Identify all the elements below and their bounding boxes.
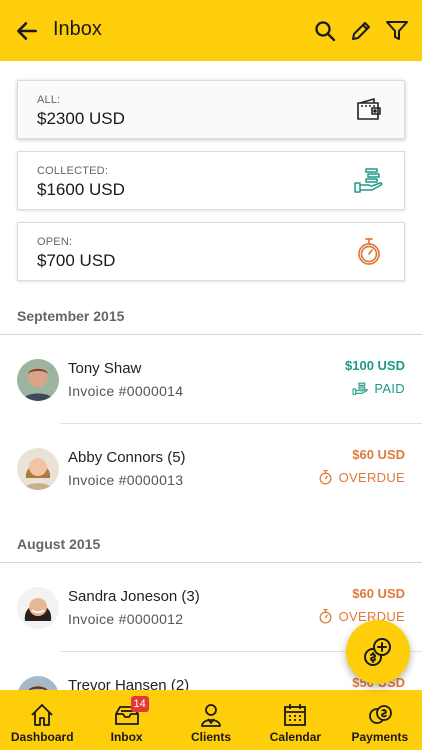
client-name: Tony Shaw [68,360,142,377]
inbox-content: ALL: $2300 USD COLLECTED: $1600 USD OPEN… [0,61,422,690]
invoice-number: Invoice #0000014 [68,383,184,399]
filter-icon[interactable] [385,19,409,43]
status-text: PAID [374,381,405,396]
client-name: Abby Connors (5) [68,449,186,466]
status-badge: PAID [352,380,405,397]
summary-card-collected[interactable]: COLLECTED: $1600 USD [17,151,405,210]
invoice-number: Invoice #0000012 [68,611,184,627]
avatar [17,587,59,629]
nav-label: Payments [351,730,409,744]
nav-label: Calendar [269,730,322,744]
status-text: OVERDUE [338,470,405,485]
bottom-navigation: Dashboard 14 Inbox Clients Calendar Paym… [0,690,422,750]
clients-icon [201,704,221,727]
section-header: August 2015 [0,523,422,563]
invoice-amount: $100 USD [345,358,405,373]
stopwatch-icon [319,469,332,485]
house-icon [31,704,53,726]
client-name: Trevor Hansen (2) [68,677,190,690]
app-bar: Inbox [0,0,422,61]
avatar [17,676,59,690]
summary-card-open[interactable]: OPEN: $700 USD [17,222,405,281]
avatar [17,448,59,490]
avatar [17,359,59,401]
nav-payments[interactable]: Payments [338,690,422,750]
cash-hand-icon [354,168,383,193]
section-header: September 2015 [0,295,422,335]
invoice-amount: $60 USD [352,586,405,601]
coins-icon [368,705,392,724]
invoice-row[interactable]: Abby Connors (5) Invoice #0000013 $60 US… [0,424,422,513]
cash-hand-icon [352,382,369,395]
add-coins-icon [364,638,391,666]
summary-amount: $2300 USD [37,109,125,128]
invoice-number: Invoice #0000013 [68,472,184,488]
nav-label: Clients [191,730,232,744]
nav-inbox[interactable]: 14 Inbox [84,690,168,750]
back-arrow-icon[interactable] [14,18,40,44]
invoice-row[interactable]: Tony Shaw Invoice #0000014 $100 USD PAID [0,335,422,424]
add-payment-fab[interactable] [346,620,410,684]
summary-label: ALL: [37,94,61,106]
summary-amount: $1600 USD [37,180,125,199]
client-name: Sandra Joneson (3) [68,588,200,605]
nav-calendar[interactable]: Calendar [253,690,337,750]
inbox-count-badge: 14 [130,696,149,712]
summary-label: COLLECTED: [37,165,109,177]
nav-label: Dashboard [10,730,74,744]
section-title: August 2015 [17,536,101,552]
calendar-icon [284,704,307,726]
stopwatch-icon [358,238,380,265]
summary-amount: $700 USD [37,251,116,270]
invoice-amount: $60 USD [352,447,405,462]
page-title: Inbox [53,18,102,40]
nav-label: Inbox [110,730,143,744]
summary-card-all[interactable]: ALL: $2300 USD [17,80,405,139]
summary-label: OPEN: [37,236,73,248]
stopwatch-icon [319,608,332,624]
nav-clients[interactable]: Clients [169,690,253,750]
section-title: September 2015 [17,308,125,324]
status-badge: OVERDUE [317,469,405,486]
search-icon[interactable] [313,19,337,43]
nav-dashboard[interactable]: Dashboard [0,690,84,750]
wallet-icon [357,98,381,120]
edit-pencil-icon[interactable] [349,19,373,43]
